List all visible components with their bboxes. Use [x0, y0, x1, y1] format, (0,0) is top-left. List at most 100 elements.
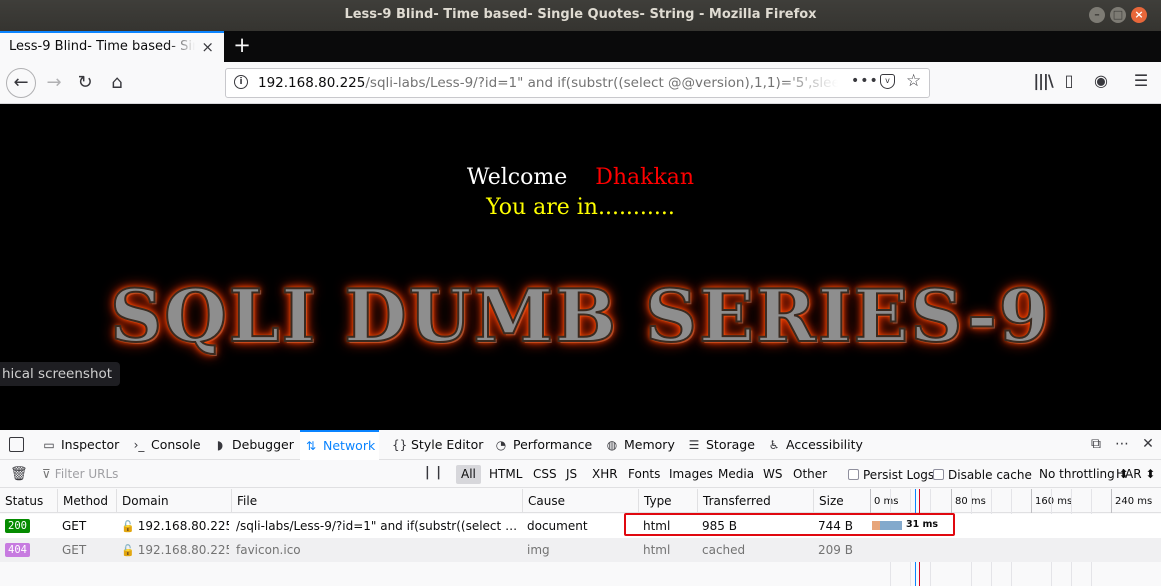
tab-inspector[interactable]: ▭ Inspector: [42, 430, 119, 460]
page-content: Welcome Dhakkan You are in........... SQL…: [0, 105, 1161, 430]
dock-icon[interactable]: ⧉: [1087, 436, 1105, 452]
checkbox-box: [933, 469, 944, 480]
screenshot-tooltip: hical screenshot: [0, 362, 121, 386]
col-status[interactable]: Status: [0, 489, 57, 513]
highlight-box: [624, 513, 955, 536]
filter-all[interactable]: All: [456, 465, 481, 484]
disable-cache-checkbox[interactable]: Disable cache: [933, 468, 1032, 482]
tab-label: Style Editor: [411, 437, 484, 452]
pocket-icon[interactable]: v: [880, 74, 895, 89]
element-picker-icon[interactable]: [9, 437, 24, 452]
new-tab-button[interactable]: +: [230, 33, 254, 57]
back-button[interactable]: ←: [6, 68, 36, 98]
tab-debugger[interactable]: ◗ Debugger: [213, 430, 294, 460]
filter-other[interactable]: Other: [788, 465, 832, 484]
tab-label: Storage: [706, 437, 755, 452]
tab-performance[interactable]: ◔ Performance: [494, 430, 592, 460]
account-icon[interactable]: ◉: [1090, 71, 1112, 90]
reload-button[interactable]: ↻: [72, 70, 98, 96]
site-info-icon[interactable]: i: [234, 75, 248, 89]
persist-logs-checkbox[interactable]: Persist Logs: [848, 468, 934, 482]
url-bar[interactable]: i 192.168.80.225/sqli-labs/Less-9/?id=1"…: [225, 68, 930, 98]
insecure-lock-icon: 🔓: [121, 520, 135, 533]
window-controls: – □ ×: [1089, 7, 1147, 23]
tab-label: Memory: [624, 437, 675, 452]
page-actions-icon[interactable]: •••: [851, 73, 879, 89]
transferred-cell: cached: [702, 543, 746, 557]
tab-title: Less-9 Blind- Time based- Single Quotes-…: [9, 39, 195, 54]
domain-cell: 🔓 192.168.80.225: [121, 538, 229, 562]
bookmark-star-icon[interactable]: ☆: [906, 71, 921, 91]
col-file[interactable]: File: [231, 489, 522, 513]
tab-label: Network: [323, 438, 376, 453]
status-badge: 404: [5, 543, 30, 557]
filter-css[interactable]: CSS: [528, 465, 562, 484]
col-transferred[interactable]: Transferred: [697, 489, 813, 513]
status-cell: 404: [5, 538, 55, 562]
filter-xhr[interactable]: XHR: [587, 465, 623, 484]
insecure-lock-icon: 🔓: [121, 544, 135, 557]
tab-storage[interactable]: ☰ Storage: [687, 430, 755, 460]
checkbox-box: [848, 469, 859, 480]
col-cause[interactable]: Cause: [522, 489, 638, 513]
minimize-button[interactable]: –: [1089, 7, 1105, 23]
tab-memory[interactable]: ◍ Memory: [605, 430, 675, 460]
style-editor-icon: {}: [392, 438, 408, 452]
col-domain[interactable]: Domain: [116, 489, 231, 513]
console-icon: ›_: [133, 438, 145, 452]
tab-strip: Less-9 Blind- Time based- Single Quotes-…: [0, 31, 1161, 62]
user-name: Dhakkan: [595, 165, 695, 190]
col-type[interactable]: Type: [638, 489, 697, 513]
close-devtools-icon[interactable]: ✕: [1139, 436, 1157, 452]
type-cell: html: [643, 543, 671, 557]
close-tab-icon[interactable]: ×: [201, 38, 214, 56]
filter-js[interactable]: JS: [561, 465, 582, 484]
filter-ws[interactable]: WS: [758, 465, 787, 484]
close-window-button[interactable]: ×: [1131, 7, 1147, 23]
size-cell: 209 B: [818, 543, 853, 557]
maximize-button[interactable]: □: [1110, 7, 1126, 23]
sidebar-icon[interactable]: ▯: [1058, 71, 1080, 90]
tab-label: Inspector: [61, 437, 120, 452]
tab-network[interactable]: ⇅ Network: [300, 430, 380, 460]
debugger-icon: ◗: [216, 438, 224, 452]
table-row[interactable]: 404 GET 🔓 192.168.80.225 favicon.ico img …: [0, 538, 1161, 562]
clear-icon[interactable]: 🗑: [10, 466, 28, 482]
url-path: /sqli-labs/Less-9/?id=1" and if(substr((…: [365, 75, 838, 91]
navigation-toolbar: ← → ↻ ⌂ i 192.168.80.225/sqli-labs/Less-…: [0, 62, 1161, 104]
url-text[interactable]: 192.168.80.225/sqli-labs/Less-9/?id=1" a…: [258, 75, 838, 91]
timeline-label: 240 ms: [1111, 489, 1161, 513]
filter-html[interactable]: HTML: [484, 465, 527, 484]
home-button[interactable]: ⌂: [104, 70, 130, 96]
method-cell: GET: [62, 519, 87, 533]
col-size[interactable]: Size: [813, 489, 870, 513]
pause-icon[interactable]: | |: [425, 465, 442, 480]
tab-console[interactable]: ›_ Console: [132, 430, 201, 460]
more-options-icon[interactable]: ⋯: [1113, 436, 1131, 452]
col-method[interactable]: Method: [57, 489, 116, 513]
filter-placeholder: Filter URLs: [54, 467, 119, 481]
filter-fonts[interactable]: Fonts: [623, 465, 665, 484]
forward-button[interactable]: →: [41, 70, 67, 96]
filter-icon: ⊽: [42, 467, 51, 481]
network-icon: ⇅: [305, 439, 317, 453]
network-toolbar: 🗑 ⊽ Filter URLs | | All HTML CSS JS XHR F…: [0, 461, 1161, 488]
tab-label: Debugger: [232, 437, 294, 452]
tab-accessibility[interactable]: ♿ Accessibility: [767, 430, 863, 460]
library-icon[interactable]: |||\: [1032, 71, 1054, 90]
status-cell: 200: [5, 514, 55, 538]
filter-media[interactable]: Media: [713, 465, 759, 484]
table-row[interactable]: 200 GET 🔓 192.168.80.225 /sqli-labs/Less-…: [0, 514, 1161, 538]
tab-style-editor[interactable]: {} Style Editor: [392, 430, 483, 460]
har-menu[interactable]: HAR ⬍: [1116, 467, 1155, 481]
checkbox-label: Persist Logs: [863, 468, 935, 482]
tab-label: Accessibility: [786, 437, 863, 452]
welcome-text: Welcome: [466, 165, 568, 190]
domain-text: 192.168.80.225: [137, 543, 229, 557]
filter-images[interactable]: Images: [664, 465, 718, 484]
hamburger-menu-icon[interactable]: ☰: [1130, 71, 1152, 90]
cause-cell: document: [527, 519, 588, 533]
tab-label: Console: [151, 437, 201, 452]
filter-urls-input[interactable]: ⊽ Filter URLs: [42, 467, 118, 481]
browser-tab[interactable]: Less-9 Blind- Time based- Single Quotes-…: [0, 31, 224, 62]
